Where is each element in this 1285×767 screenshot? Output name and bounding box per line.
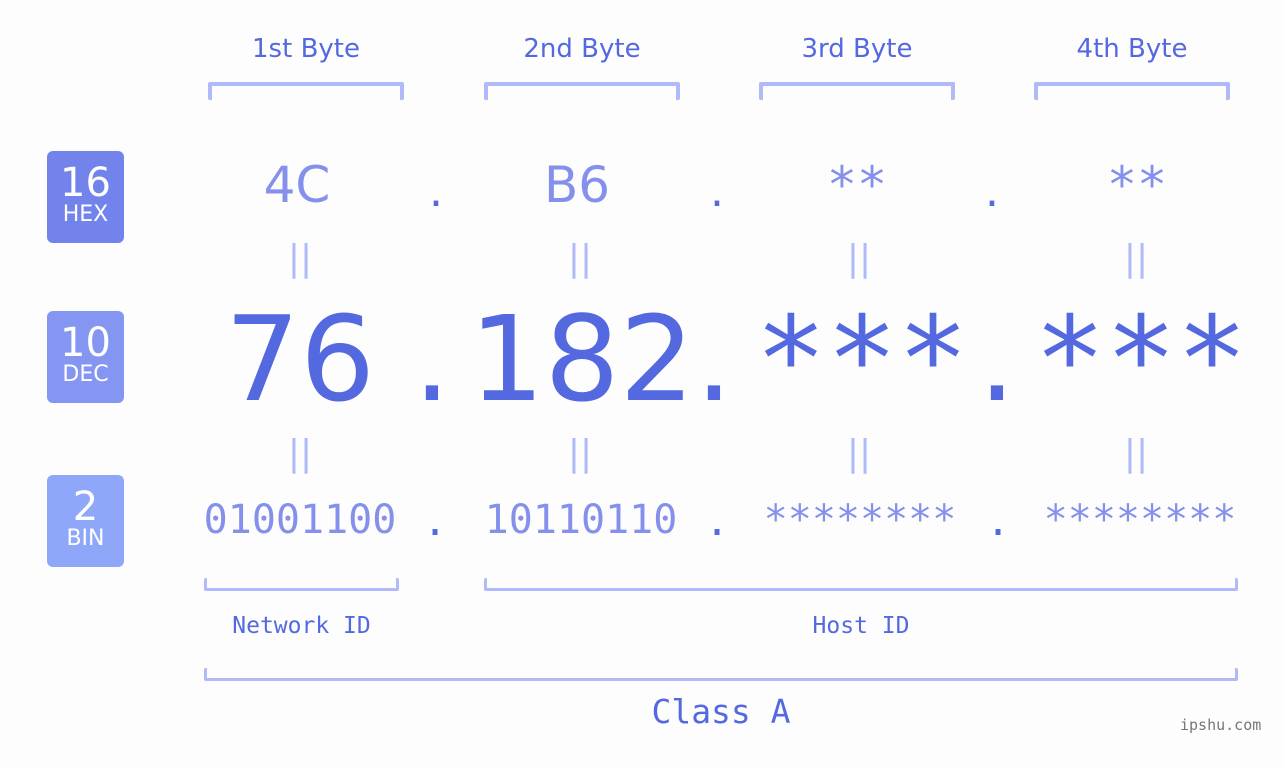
ip-class-label: Class A xyxy=(651,692,791,731)
dec-badge-number: 10 xyxy=(60,320,111,366)
hex-byte-2: B6 xyxy=(543,156,611,214)
byte-label-1: 1st Byte xyxy=(252,34,360,64)
bin-byte-1: 01001100 xyxy=(203,497,397,543)
network-id-bracket xyxy=(204,578,399,591)
bin-badge-label: BIN xyxy=(66,526,105,551)
hex-badge-number: 16 xyxy=(60,160,111,206)
bin-dot-3: . xyxy=(985,499,1011,545)
dec-dot-3: . xyxy=(978,290,1016,428)
byte-label-3: 3rd Byte xyxy=(801,34,913,64)
dec-badge: 10 DEC xyxy=(47,311,124,403)
network-id-label: Network ID xyxy=(232,613,371,639)
hex-dot-2: . xyxy=(710,166,724,217)
byte-bracket-4 xyxy=(1034,82,1230,100)
hex-byte-1: 4C xyxy=(263,156,331,214)
watermark: ipshu.com xyxy=(1180,716,1262,734)
dec-dot-2: . xyxy=(695,290,733,428)
byte-bracket-2 xyxy=(484,82,680,100)
host-id-bracket xyxy=(484,578,1238,591)
bin-byte-4: ******** xyxy=(1043,497,1237,543)
hex-byte-3: ** xyxy=(826,156,888,214)
equals-dec-bin-3: || xyxy=(846,433,872,474)
class-bracket xyxy=(204,668,1238,681)
hex-byte-4: ** xyxy=(1106,156,1168,214)
equals-dec-bin-2: || xyxy=(567,433,593,474)
dec-badge-label: DEC xyxy=(62,362,109,387)
byte-label-4: 4th Byte xyxy=(1076,34,1188,64)
equals-hex-dec-1: || xyxy=(287,238,313,279)
byte-bracket-1 xyxy=(208,82,404,100)
equals-hex-dec-4: || xyxy=(1123,238,1149,279)
hex-badge: 16 HEX xyxy=(47,151,124,243)
hex-badge-label: HEX xyxy=(62,202,109,227)
bin-dot-1: . xyxy=(422,499,448,545)
host-id-label: Host ID xyxy=(812,613,910,639)
bin-badge: 2 BIN xyxy=(47,475,124,567)
byte-label-2: 2nd Byte xyxy=(523,34,641,64)
equals-hex-dec-3: || xyxy=(846,238,872,279)
bin-byte-3: ******** xyxy=(763,497,957,543)
bin-dot-2: . xyxy=(704,499,730,545)
byte-bracket-3 xyxy=(759,82,955,100)
equals-hex-dec-2: || xyxy=(567,238,593,279)
hex-dot-1: . xyxy=(429,166,443,217)
dec-byte-4: *** xyxy=(1034,290,1248,428)
bin-byte-2: 10110110 xyxy=(484,497,678,543)
hex-dot-3: . xyxy=(985,166,999,217)
dec-dot-1: . xyxy=(413,290,451,428)
equals-dec-bin-4: || xyxy=(1123,433,1149,474)
bin-badge-number: 2 xyxy=(72,484,99,530)
equals-dec-bin-1: || xyxy=(287,433,313,474)
